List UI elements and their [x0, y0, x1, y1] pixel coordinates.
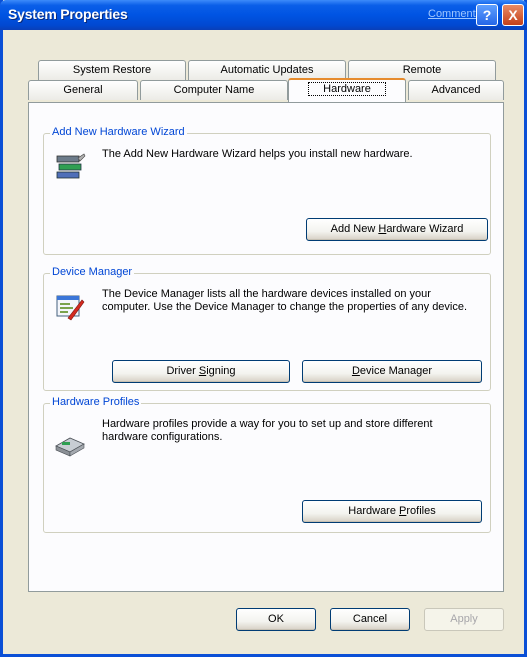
- device-manager-group: Device Manager The Device Manager lists …: [43, 266, 491, 391]
- tab-label: Remote: [402, 64, 442, 76]
- hardware-tab-panel: Add New Hardware Wizard The Add New Hard…: [28, 102, 504, 592]
- tab-strip: System Restore Automatic Updates Remote …: [28, 60, 504, 104]
- tab-advanced[interactable]: Advanced: [408, 80, 504, 100]
- tab-label: System Restore: [72, 64, 152, 76]
- hardware-profiles-button[interactable]: Hardware Profiles: [302, 500, 482, 523]
- close-button[interactable]: X: [502, 4, 524, 26]
- driver-signing-button[interactable]: Driver Signing: [112, 360, 290, 383]
- title-bar[interactable]: System Properties Comments? ? X: [0, 0, 527, 30]
- tab-remote[interactable]: Remote: [348, 60, 496, 80]
- apply-button[interactable]: Apply: [424, 608, 504, 631]
- tab-hardware[interactable]: Hardware: [288, 78, 406, 102]
- button-label-suffix: igning: [206, 365, 236, 377]
- button-label-suffix: rofiles: [406, 505, 436, 517]
- tab-label: Computer Name: [173, 84, 255, 96]
- group-title: Device Manager: [50, 266, 135, 278]
- device-manager-button[interactable]: Device Manager: [302, 360, 482, 383]
- group-description: Hardware profiles provide a way for you …: [102, 418, 433, 443]
- add-new-hardware-wizard-button[interactable]: Add New Hardware Wizard: [306, 218, 488, 241]
- hardware-profiles-group: Hardware Profiles Hardware profiles prov…: [43, 396, 491, 533]
- hardware-profiles-icon: [55, 437, 85, 457]
- group-title: Add New Hardware Wizard: [50, 126, 187, 138]
- system-properties-window: System Properties Comments? ? X System R…: [0, 0, 527, 657]
- button-label-prefix: Driver: [166, 365, 199, 377]
- button-label-suffix: ardware Wizard: [386, 223, 464, 235]
- button-label-prefix: Add New: [330, 223, 379, 235]
- tab-label: Advanced: [431, 84, 481, 96]
- button-label-prefix: Hardware: [348, 505, 400, 517]
- window-title: System Properties: [8, 6, 128, 22]
- button-mnemonic: D: [351, 365, 360, 377]
- tab-label: Automatic Updates: [220, 64, 314, 76]
- tab-automatic-updates[interactable]: Automatic Updates: [188, 60, 346, 80]
- tab-label: General: [63, 84, 103, 96]
- cancel-button[interactable]: Cancel: [330, 608, 410, 631]
- device-manager-icon: [56, 295, 85, 321]
- group-title: Hardware Profiles: [50, 396, 142, 408]
- tab-general[interactable]: General: [28, 80, 138, 100]
- group-description: The Device Manager lists all the hardwar…: [102, 288, 468, 313]
- tab-system-restore[interactable]: System Restore: [38, 60, 186, 80]
- ok-button[interactable]: OK: [236, 608, 316, 631]
- help-button[interactable]: ?: [476, 4, 498, 26]
- tab-label: Hardware: [308, 82, 386, 96]
- hardware-wizard-icon: [56, 153, 86, 179]
- wizard-group: Add New Hardware Wizard The Add New Hard…: [43, 126, 491, 255]
- button-label-suffix: evice Manager: [359, 365, 433, 377]
- group-description: The Add New Hardware Wizard helps you in…: [102, 148, 413, 160]
- tab-computer-name[interactable]: Computer Name: [140, 80, 288, 100]
